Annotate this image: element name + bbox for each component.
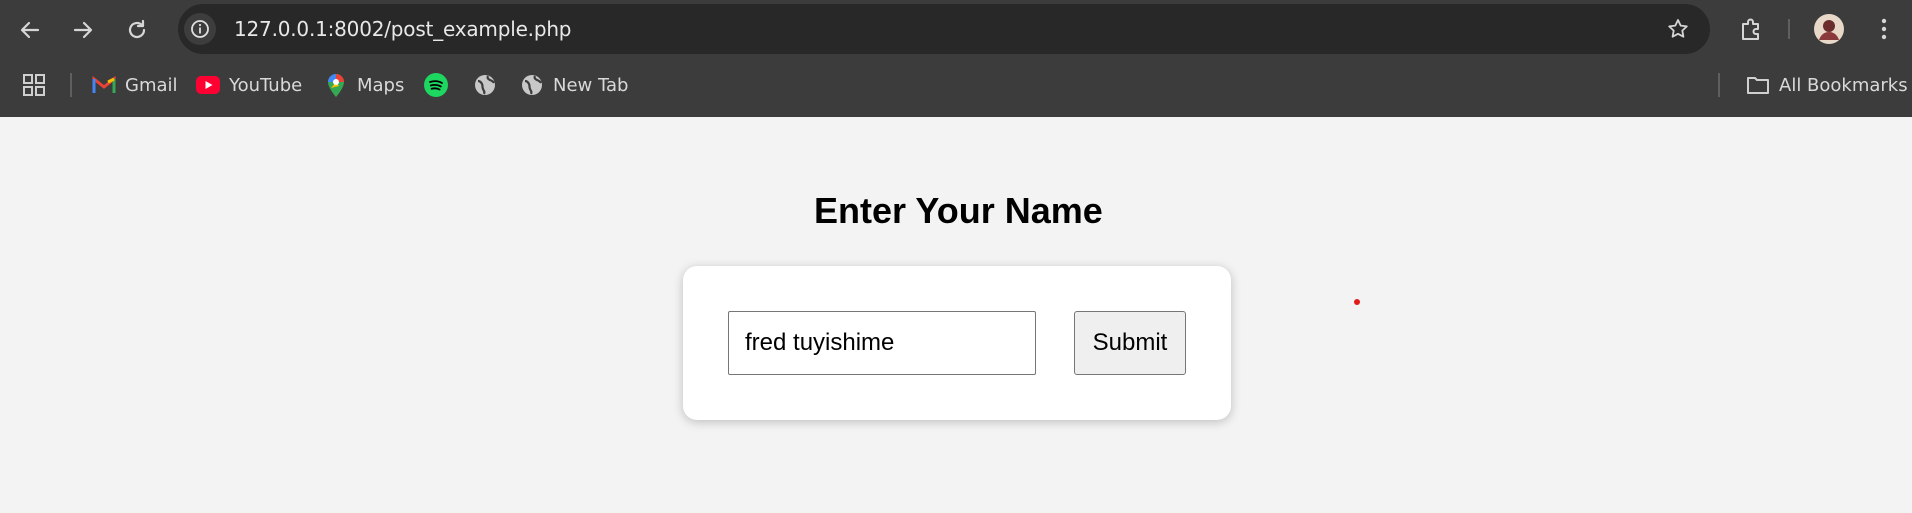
- reload-button[interactable]: [121, 14, 153, 46]
- info-icon: [191, 20, 209, 38]
- bookmark-globe[interactable]: [473, 70, 506, 100]
- apps-button[interactable]: [22, 70, 46, 100]
- bookmark-youtube[interactable]: YouTube: [196, 70, 302, 100]
- globe-icon: [520, 73, 544, 97]
- kebab-menu-icon: [1881, 18, 1887, 40]
- bookmarks-divider-right: [1718, 73, 1720, 97]
- star-icon: [1668, 19, 1688, 38]
- bookmark-label: Gmail: [125, 74, 178, 96]
- bookmark-label: New Tab: [553, 74, 629, 96]
- youtube-icon: [196, 73, 220, 97]
- bookmark-spotify[interactable]: [424, 70, 457, 100]
- toolbar-divider: [1788, 19, 1790, 39]
- profile-avatar-button[interactable]: [1812, 12, 1846, 46]
- name-form-card: Submit: [683, 266, 1231, 420]
- cursor-dot: [1354, 299, 1360, 305]
- forward-button[interactable]: [67, 14, 99, 46]
- bookmark-label: YouTube: [229, 74, 303, 96]
- globe-icon: [473, 73, 497, 97]
- bookmark-new-tab[interactable]: New Tab: [520, 70, 628, 100]
- apps-grid-icon: [23, 74, 45, 96]
- bookmark-maps[interactable]: Maps: [324, 70, 404, 100]
- bookmark-star-button[interactable]: [1664, 15, 1692, 43]
- maps-icon: [324, 73, 348, 97]
- avatar-icon: [1814, 14, 1844, 44]
- bookmarks-divider: [70, 73, 72, 97]
- browser-toolbar: 127.0.0.1:8002/post_example.php: [0, 0, 1912, 58]
- spotify-icon: [424, 73, 448, 97]
- puzzle-icon: [1742, 18, 1759, 40]
- folder-icon: [1746, 73, 1770, 97]
- all-bookmarks-button[interactable]: All Bookmarks: [1746, 70, 1908, 100]
- name-input[interactable]: [728, 311, 1036, 375]
- all-bookmarks-label: All Bookmarks: [1779, 74, 1908, 96]
- back-arrow-icon: [20, 21, 40, 39]
- address-bar[interactable]: 127.0.0.1:8002/post_example.php: [178, 4, 1710, 54]
- bookmark-label: Maps: [357, 74, 405, 96]
- url-text[interactable]: 127.0.0.1:8002/post_example.php: [234, 17, 571, 41]
- gmail-icon: [92, 73, 116, 97]
- browser-menu-button[interactable]: [1868, 12, 1900, 46]
- back-button[interactable]: [14, 14, 46, 46]
- page-title: Enter Your Name: [814, 190, 1103, 231]
- reload-icon: [128, 19, 146, 39]
- submit-button[interactable]: Submit: [1074, 311, 1186, 375]
- site-info-button[interactable]: [184, 13, 216, 45]
- bookmark-gmail[interactable]: Gmail: [92, 70, 178, 100]
- forward-arrow-icon: [73, 21, 93, 39]
- extensions-button[interactable]: [1734, 12, 1768, 46]
